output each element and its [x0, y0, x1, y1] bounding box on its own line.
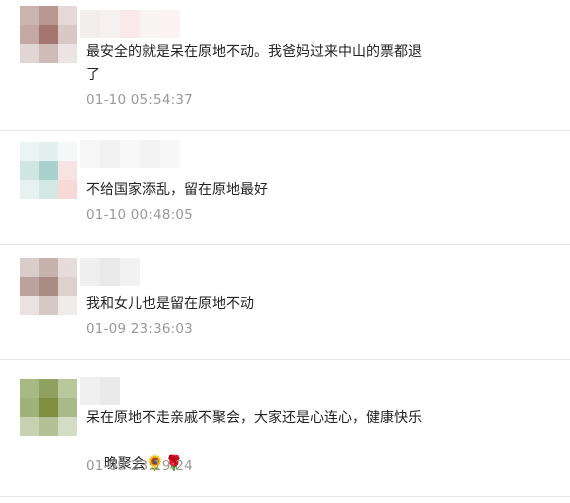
comment-timestamp: 01-10 05:54:37	[86, 92, 193, 108]
comment-timestamp: 01-10 00:48:05	[86, 207, 193, 223]
username-blurred[interactable]	[80, 377, 120, 405]
comment-list: 最安全的就是呆在原地不动。我爸妈过来中山的票都退 了 01-10 05:54:3…	[0, 0, 570, 503]
comment-text: 我和女儿也是留在原地不动	[86, 296, 254, 312]
avatar[interactable]	[20, 6, 77, 63]
divider	[0, 244, 570, 245]
username-blurred[interactable]	[80, 140, 180, 168]
divider	[0, 130, 570, 131]
comment-timestamp: 01-09 23:19:24	[86, 458, 193, 474]
divider	[0, 496, 570, 497]
comment-timestamp: 01-09 23:36:03	[86, 321, 193, 337]
avatar[interactable]	[20, 379, 77, 436]
divider	[0, 359, 570, 360]
comment-text: 最安全的就是呆在原地不动。我爸妈过来中山的票都退	[86, 44, 422, 60]
comment-text-continued: 了	[86, 67, 100, 83]
username-blurred[interactable]	[80, 258, 140, 286]
comment-text: 呆在原地不走亲戚不聚会，大家还是心连心，健康快乐	[86, 410, 422, 426]
avatar[interactable]	[20, 258, 77, 315]
comment-text: 不给国家添乱，留在原地最好	[86, 182, 268, 198]
avatar[interactable]	[20, 142, 77, 199]
username-blurred[interactable]	[80, 10, 180, 38]
